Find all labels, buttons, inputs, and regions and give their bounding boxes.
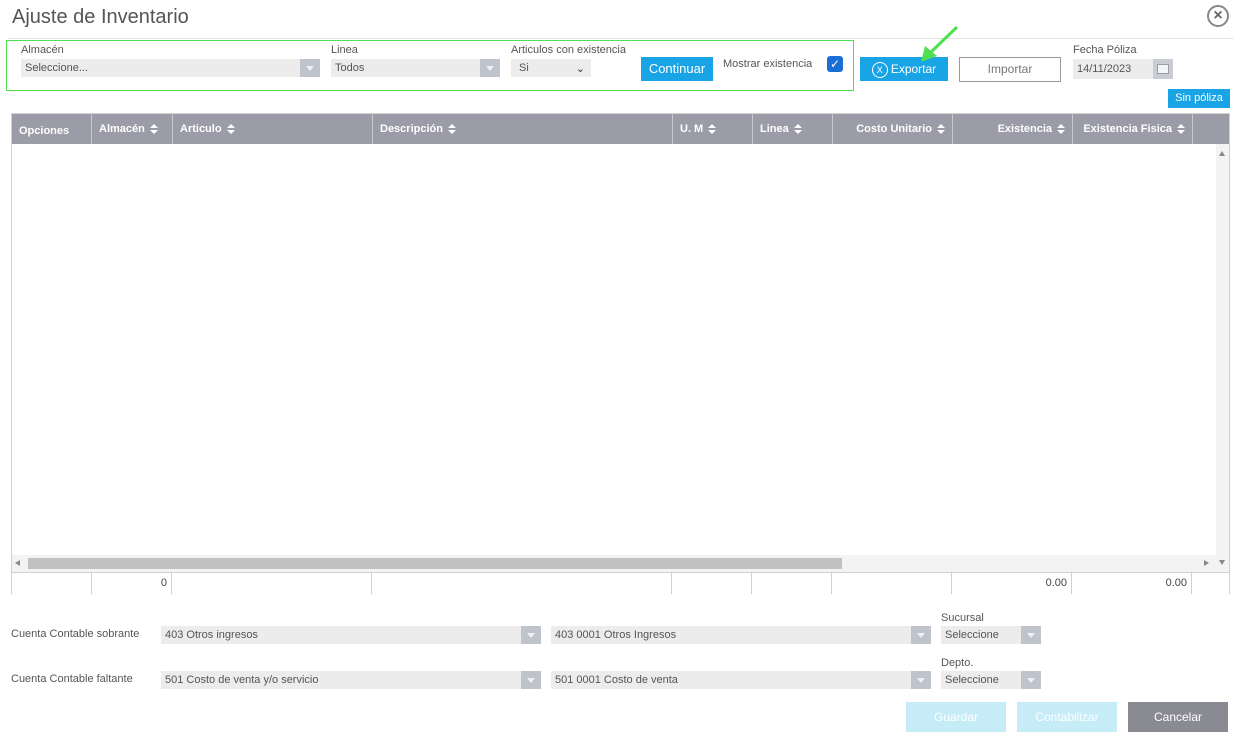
- column-label: U. M: [680, 123, 704, 135]
- almacen-label: Almacén: [21, 44, 64, 56]
- chevron-down-icon: ⌄: [575, 63, 585, 75]
- column-label: Almacén: [99, 123, 145, 135]
- chevron-down-icon: [300, 59, 320, 77]
- column-existencia[interactable]: Existencia: [953, 114, 1073, 144]
- column-costo-unitario[interactable]: Costo Unitario: [833, 114, 953, 144]
- scroll-right-icon[interactable]: [1204, 560, 1209, 566]
- column-descripcion[interactable]: Descripción: [373, 114, 673, 144]
- sort-icon: [1057, 124, 1065, 135]
- vertical-scrollbar[interactable]: [1216, 144, 1229, 572]
- continuar-button[interactable]: Continuar: [641, 57, 713, 81]
- cuenta-faltante-label: Cuenta Contable faltante: [11, 673, 133, 685]
- cuenta-sobrante-label: Cuenta Contable sobrante: [11, 628, 140, 640]
- linea-select-value: Todos: [335, 62, 365, 74]
- inventory-grid: Opciones Almacén Articulo Descripción U.…: [11, 113, 1230, 595]
- excel-icon: X: [871, 61, 888, 78]
- scroll-up-icon[interactable]: [1219, 151, 1225, 156]
- mostrar-existencia-label: Mostrar existencia: [723, 58, 813, 70]
- arrow-annotation-icon: [921, 25, 959, 62]
- footer-cell: [672, 573, 752, 594]
- sort-icon: [708, 124, 717, 135]
- sort-icon: [447, 124, 456, 135]
- subcuenta-sobrante-select[interactable]: 403 0001 Otros Ingresos: [551, 626, 931, 644]
- footer-existencia-total: 0.00: [952, 573, 1072, 594]
- sucursal-value: Seleccione: [945, 629, 999, 641]
- scroll-down-icon[interactable]: [1219, 560, 1225, 565]
- scroll-left-icon[interactable]: [15, 560, 20, 566]
- header-divider: [8, 38, 1234, 39]
- calendar-icon[interactable]: [1153, 59, 1173, 79]
- cuenta-sobrante-value: 403 Otros ingresos: [165, 629, 258, 641]
- footer-existencia-fisica-total: 0.00: [1072, 573, 1192, 594]
- subcuenta-faltante-select[interactable]: 501 0001 Costo de venta: [551, 671, 931, 689]
- mostrar-existencia-checkbox[interactable]: ✓: [827, 56, 843, 72]
- cancelar-button[interactable]: Cancelar: [1128, 702, 1228, 732]
- fecha-poliza-label: Fecha Póliza: [1073, 44, 1137, 56]
- sort-icon: [226, 124, 235, 135]
- subcuenta-faltante-value: 501 0001 Costo de venta: [555, 674, 678, 686]
- column-existencia-fisica[interactable]: Existencia Fisica: [1073, 114, 1193, 144]
- dialog-title: Ajuste de Inventario: [12, 6, 189, 28]
- contabilizar-button[interactable]: Contabilizar: [1017, 702, 1117, 732]
- sucursal-select[interactable]: Seleccione: [941, 626, 1041, 644]
- existencia-label: Articulos con existencia: [511, 44, 626, 56]
- footer-cell: [12, 573, 92, 594]
- sort-icon: [149, 124, 158, 135]
- sucursal-label: Sucursal: [941, 612, 984, 624]
- linea-select[interactable]: Todos: [331, 59, 500, 77]
- column-um[interactable]: U. M: [673, 114, 753, 144]
- sort-icon: [937, 124, 945, 135]
- footer-almacen-total: 0: [92, 573, 172, 594]
- cuenta-sobrante-select[interactable]: 403 Otros ingresos: [161, 626, 541, 644]
- column-linea[interactable]: Linea: [753, 114, 833, 144]
- chevron-down-icon: [1021, 671, 1041, 689]
- column-label: Articulo: [180, 123, 222, 135]
- cuenta-faltante-value: 501 Costo de venta y/o servicio: [165, 674, 319, 686]
- close-icon[interactable]: ×: [1207, 5, 1229, 27]
- sort-icon: [1177, 124, 1185, 135]
- chevron-down-icon: [480, 59, 500, 77]
- horizontal-scroll-thumb[interactable]: [28, 558, 842, 569]
- horizontal-scrollbar[interactable]: [12, 555, 1216, 572]
- linea-label: Linea: [331, 44, 358, 56]
- grid-header: Opciones Almacén Articulo Descripción U.…: [12, 114, 1229, 144]
- depto-value: Seleccione: [945, 674, 999, 686]
- footer-cell: [832, 573, 952, 594]
- grid-footer: 0 0.00 0.00: [12, 572, 1229, 595]
- chevron-down-icon: [521, 671, 541, 689]
- depto-label: Depto.: [941, 657, 974, 669]
- footer-cell: [172, 573, 372, 594]
- column-label: Descripción: [380, 123, 443, 135]
- almacen-select[interactable]: Seleccione...: [21, 59, 320, 77]
- footer-cell: [752, 573, 832, 594]
- column-label: Existencia: [997, 123, 1052, 135]
- existencia-select-value: Si: [519, 62, 529, 74]
- chevron-down-icon: [521, 626, 541, 644]
- column-label: Existencia Fisica: [1083, 123, 1172, 135]
- fecha-poliza-input[interactable]: 14/11/2023: [1073, 59, 1153, 79]
- guardar-button[interactable]: Guardar: [906, 702, 1006, 732]
- sort-icon: [793, 124, 802, 135]
- chevron-down-icon: [911, 671, 931, 689]
- chevron-down-icon: [1021, 626, 1041, 644]
- column-almacen[interactable]: Almacén: [92, 114, 173, 144]
- subcuenta-sobrante-value: 403 0001 Otros Ingresos: [555, 629, 677, 641]
- exportar-label: Exportar: [890, 62, 937, 76]
- column-label: Opciones: [19, 125, 70, 137]
- sin-poliza-button[interactable]: Sin póliza: [1168, 89, 1230, 108]
- existencia-select[interactable]: Si ⌄: [511, 59, 591, 77]
- column-articulo[interactable]: Articulo: [173, 114, 373, 144]
- column-label: Costo Unitario: [856, 123, 932, 135]
- cuenta-faltante-select[interactable]: 501 Costo de venta y/o servicio: [161, 671, 541, 689]
- depto-select[interactable]: Seleccione: [941, 671, 1041, 689]
- column-opciones[interactable]: Opciones: [12, 114, 92, 144]
- column-label: Linea: [760, 123, 789, 135]
- footer-cell: [372, 573, 672, 594]
- chevron-down-icon: [911, 626, 931, 644]
- importar-button[interactable]: Importar: [959, 57, 1061, 82]
- almacen-select-value: Seleccione...: [25, 62, 88, 74]
